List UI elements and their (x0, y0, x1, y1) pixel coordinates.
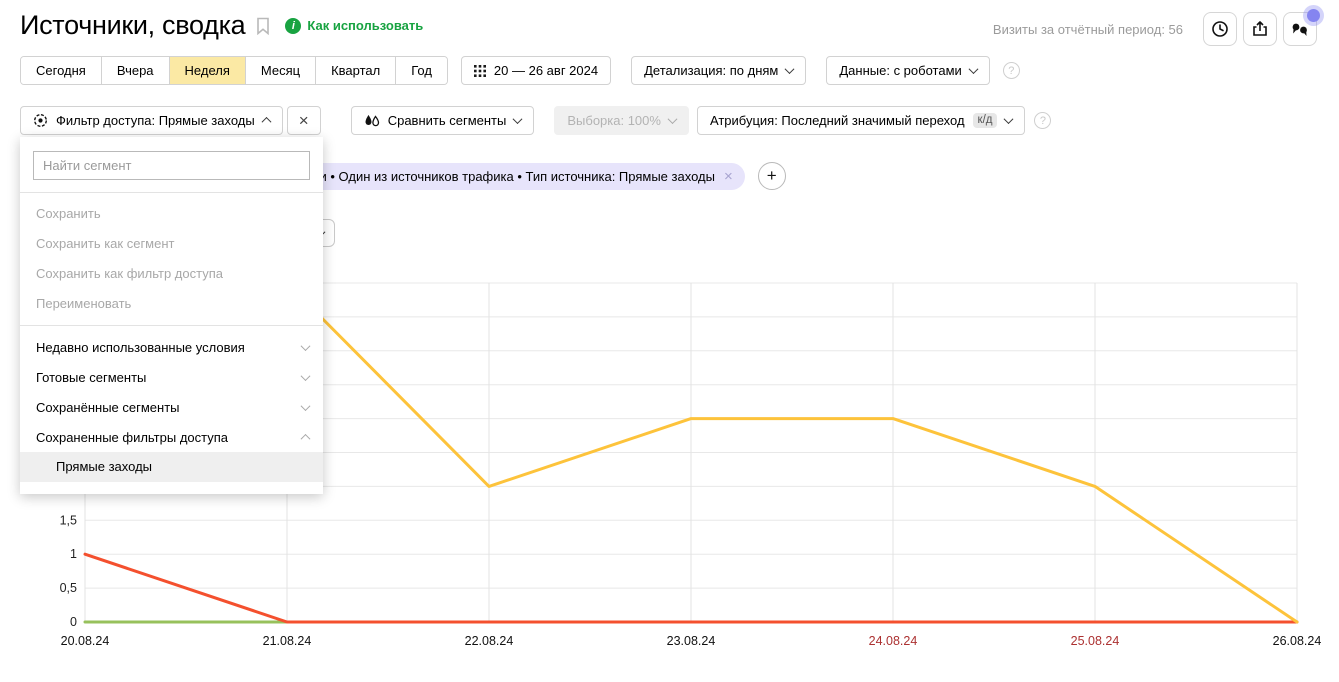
svg-text:26.08.24: 26.08.24 (1273, 634, 1322, 648)
access-filter-dropdown[interactable]: Фильтр доступа: Прямые заходы (20, 106, 283, 135)
compare-segments-label: Сравнить сегменты (388, 113, 507, 128)
section-ready-segments[interactable]: Готовые сегменты (20, 362, 323, 392)
target-icon (33, 113, 48, 128)
date-range-button[interactable]: 20 — 26 авг 2024 (461, 56, 611, 85)
menu-sections-group: Недавно использованные условия Готовые с… (20, 326, 323, 488)
svg-text:22.08.24: 22.08.24 (465, 634, 514, 648)
svg-text:23.08.24: 23.08.24 (667, 634, 716, 648)
svg-text:0: 0 (70, 615, 77, 629)
chevron-down-icon (968, 64, 978, 74)
detail-label: Детализация: по дням (644, 63, 778, 78)
segment-chip-row: Источники • Один из источников трафика •… (250, 162, 786, 190)
history-button[interactable] (1203, 12, 1237, 46)
svg-text:24.08.24: 24.08.24 (869, 634, 918, 648)
clock-icon (1211, 20, 1229, 38)
chevron-down-icon (301, 401, 311, 411)
chevron-down-icon (301, 371, 311, 381)
compare-segments-dropdown[interactable]: Сравнить сегменты (351, 106, 535, 135)
menu-item-direct-visits[interactable]: Прямые заходы (20, 452, 323, 482)
how-to-use: i Как использовать (285, 18, 423, 34)
visits-period-label: Визиты за отчётный период: 56 (993, 22, 1183, 37)
chevron-up-icon (261, 117, 271, 127)
chevron-down-icon (668, 114, 678, 124)
tab-week[interactable]: Неделя (169, 57, 245, 84)
section-recent-conditions[interactable]: Недавно использованные условия (20, 332, 323, 362)
tab-yesterday[interactable]: Вчера (101, 57, 169, 84)
tab-month[interactable]: Месяц (245, 57, 315, 84)
add-segment-button[interactable]: + (758, 162, 786, 190)
segment-chip-label: Источники • Один из источников трафика •… (264, 169, 715, 184)
chevron-up-icon (301, 433, 311, 443)
attribution-label: Атрибуция: Последний значимый переход (710, 113, 965, 128)
notification-dot (1307, 9, 1320, 22)
filter-row: Фильтр доступа: Прямые заходы × Сравнить… (20, 106, 1051, 135)
access-filter-menu: Сохранить Сохранить как сегмент Сохранит… (20, 137, 323, 494)
help-icon[interactable]: ? (1003, 62, 1020, 79)
svg-text:1: 1 (70, 547, 77, 561)
section-saved-access-filters[interactable]: Сохраненные фильтры доступа (20, 422, 323, 452)
export-button[interactable] (1243, 12, 1277, 46)
header-actions: Визиты за отчётный период: 56 (993, 12, 1317, 46)
sampling-label: Выборка: 100% (567, 113, 661, 128)
detail-dropdown[interactable]: Детализация: по дням (631, 56, 806, 85)
segment-chip[interactable]: Источники • Один из источников трафика •… (250, 163, 745, 190)
export-icon (1251, 20, 1269, 38)
svg-text:20.08.24: 20.08.24 (61, 634, 110, 648)
menu-item-rename: Переименовать (20, 289, 323, 319)
access-filter-label: Фильтр доступа: Прямые заходы (56, 113, 255, 128)
tab-quarter[interactable]: Квартал (315, 57, 395, 84)
clear-filter-button[interactable]: × (287, 106, 321, 135)
attribution-dropdown[interactable]: Атрибуция: Последний значимый переход к/… (697, 106, 1026, 135)
bookmark-icon[interactable] (256, 17, 270, 35)
menu-item-save: Сохранить (20, 199, 323, 229)
data-mode-dropdown[interactable]: Данные: с роботами (826, 56, 989, 85)
data-mode-label: Данные: с роботами (839, 63, 961, 78)
svg-text:0,5: 0,5 (60, 581, 77, 595)
how-to-use-link[interactable]: Как использовать (307, 18, 423, 33)
segment-search-input[interactable] (33, 151, 310, 180)
toolbar-row: Сегодня Вчера Неделя Месяц Квартал Год 2… (20, 56, 1020, 85)
tab-today[interactable]: Сегодня (21, 57, 101, 84)
info-icon: i (285, 18, 301, 34)
date-range-label: 20 — 26 авг 2024 (494, 63, 598, 78)
menu-actions-group: Сохранить Сохранить как сегмент Сохранит… (20, 193, 323, 325)
segment-search-wrap (20, 137, 323, 192)
comments-icon (1290, 20, 1310, 38)
section-saved-segments[interactable]: Сохранённые сегменты (20, 392, 323, 422)
svg-text:25.08.24: 25.08.24 (1071, 634, 1120, 648)
tab-year[interactable]: Год (395, 57, 447, 84)
svg-text:21.08.24: 21.08.24 (263, 634, 312, 648)
calendar-grid-icon (474, 65, 486, 77)
period-tabs: Сегодня Вчера Неделя Месяц Квартал Год (20, 56, 448, 85)
sampling-dropdown: Выборка: 100% (554, 106, 689, 135)
close-icon: × (299, 112, 309, 129)
menu-item-save-as-filter: Сохранить как фильтр доступа (20, 259, 323, 289)
page-header: Источники, сводка i Как использовать (20, 10, 423, 41)
chip-remove-icon[interactable]: × (724, 168, 733, 185)
drops-icon (364, 114, 380, 128)
chevron-down-icon (1004, 114, 1014, 124)
chevron-down-icon (301, 341, 311, 351)
comments-button[interactable] (1283, 12, 1317, 46)
menu-item-save-as-segment: Сохранить как сегмент (20, 229, 323, 259)
page-title: Источники, сводка (20, 10, 245, 41)
chevron-down-icon (513, 114, 523, 124)
svg-text:1,5: 1,5 (60, 513, 77, 527)
chevron-down-icon (785, 64, 795, 74)
attribution-badge: к/д (973, 113, 998, 128)
help-icon[interactable]: ? (1034, 112, 1051, 129)
